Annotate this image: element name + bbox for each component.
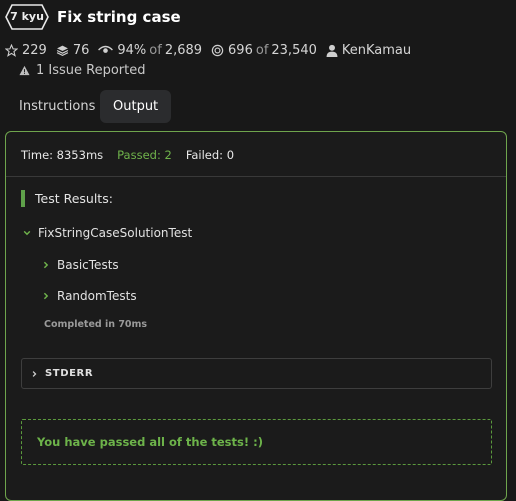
satisfaction-stat: 94% of 2,689 — [98, 43, 202, 58]
kata-title[interactable]: Fix string case — [57, 7, 181, 27]
rank-label: 7 kyu — [10, 10, 44, 23]
completed-count: 696 — [228, 42, 253, 58]
test-results-header: Test Results: — [21, 190, 113, 207]
pass-message-box: You have passed all of the tests! :) — [21, 419, 492, 465]
suite-row[interactable]: FixStringCaseSolutionTest — [23, 225, 192, 241]
run-time: Time: 8353ms — [21, 148, 104, 162]
completed-of: of — [255, 42, 269, 58]
collections-stat[interactable]: 76 — [56, 42, 90, 58]
summary-divider — [6, 176, 506, 177]
issues-label: 1 Issue Reported — [36, 62, 146, 78]
test-row-random[interactable]: RandomTests — [42, 288, 137, 304]
pass-message: You have passed all of the tests! :) — [37, 435, 263, 449]
eye-icon — [98, 45, 114, 53]
chevron-down-icon — [23, 230, 31, 236]
chevron-right-icon — [43, 292, 49, 300]
satisfaction-of: of — [149, 42, 162, 58]
test-name-random: RandomTests — [57, 289, 137, 303]
author-stat[interactable]: KenKamau — [326, 43, 411, 58]
user-icon — [326, 44, 338, 57]
stderr-toggle[interactable]: STDERR — [21, 358, 492, 389]
satisfaction-percent: 94% — [117, 42, 147, 58]
layers-icon — [56, 45, 69, 56]
star-outline-icon — [5, 43, 18, 57]
rank-badge: 7 kyu — [5, 4, 49, 30]
target-icon — [211, 44, 224, 56]
test-name-basic: BasicTests — [57, 258, 119, 272]
satisfaction-votes: 2,689 — [164, 42, 203, 58]
passed-count: Passed: 2 — [117, 148, 172, 162]
warning-triangle-icon — [19, 65, 30, 75]
tab-instructions[interactable]: Instructions — [6, 90, 108, 123]
chevron-right-icon — [32, 370, 37, 377]
tab-output[interactable]: Output — [100, 90, 172, 123]
completed-total: 23,540 — [271, 42, 317, 58]
stderr-label: STDERR — [45, 368, 94, 379]
failed-count: Failed: 0 — [185, 148, 235, 162]
test-row-basic[interactable]: BasicTests — [42, 257, 119, 273]
completed-time: Completed in 70ms — [44, 319, 148, 330]
completed-stat: 696 of 23,540 — [211, 43, 317, 58]
suite-name: FixStringCaseSolutionTest — [38, 226, 193, 240]
stars-count: 229 — [22, 42, 47, 58]
stars-stat[interactable]: 229 — [5, 43, 47, 58]
kata-stats: 229 76 94% of 2,689 696 of 23,540 KenKam… — [5, 40, 420, 60]
collections-count: 76 — [72, 42, 90, 58]
chevron-right-icon — [43, 261, 49, 269]
test-summary: Time: 8353ms Passed: 2 Failed: 0 — [21, 147, 234, 163]
author-name: KenKamau — [341, 42, 412, 58]
issues-link[interactable]: 1 Issue Reported — [19, 61, 146, 79]
